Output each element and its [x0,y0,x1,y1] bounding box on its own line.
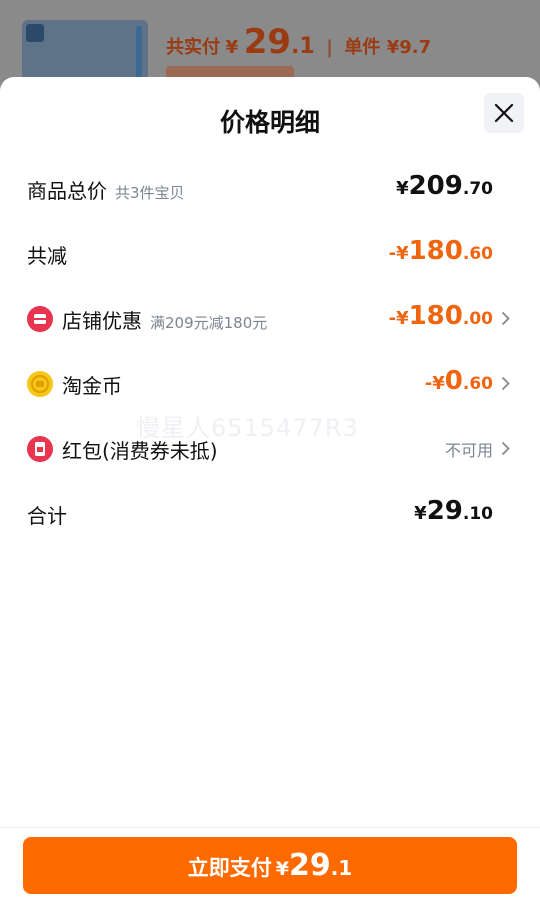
total-discount-int: 180 [408,236,463,266]
paid-label: 共实付 [166,37,220,58]
coins-currency: -¥ [424,373,445,394]
pay-int: 29 [288,848,331,883]
shop-discount-label: 店铺优惠 满209元减180元 [62,305,267,334]
subtotal-label: 商品总价 共3件宝贝 [27,175,185,204]
total-discount-amount: -¥180.60 [389,236,493,266]
row-red-packet[interactable]: 红包(消费券未抵) 不可用 [0,429,540,469]
red-packet-label: 红包(消费券未抵) [62,439,218,463]
close-button[interactable] [484,93,524,133]
total-dec: .10 [462,504,493,524]
total-discount-label: 共减 [27,244,67,268]
total-currency: ¥ [414,503,427,524]
shop-discount-amount: -¥180.00 [389,301,493,331]
coin-icon [27,371,53,397]
sheet-title: 价格明细 [219,108,320,137]
subtotal-int: 209 [408,171,463,201]
shop-discount-currency: -¥ [388,308,409,329]
unit-price: 单件 ¥9.7 [344,37,432,58]
subtotal-dec: .70 [462,179,493,199]
row-coins[interactable]: 淘金币 -¥0.60 [0,364,540,404]
shop-discount-int: 180 [408,301,463,331]
price-detail-sheet: 价格明细 商品总价 共3件宝贝 ¥209.70 共减 -¥180.60 店铺优惠满… [0,77,540,916]
row-total: 合计 ¥29.10 [0,494,540,534]
row-subtotal: 商品总价 共3件宝贝 ¥209.70 [0,169,540,209]
total-int: 29 [426,496,463,526]
paid-currency: ¥ [225,37,239,58]
price-separator: | [326,37,333,58]
background-price: 共实付 ¥ 29.1 | 单件 ¥9.7 [166,22,431,62]
subtotal-currency: ¥ [396,178,409,199]
item-count: 共3件宝贝 [115,184,185,202]
thumbnail-tag [26,24,44,42]
subtotal-label-text: 商品总价 [27,179,107,203]
row-total-discount: 共减 -¥180.60 [0,234,540,274]
shop-discount-label-text: 店铺优惠 [62,309,142,333]
total-discount-dec: .60 [462,244,493,264]
total-amount: ¥29.10 [414,496,493,526]
pay-label: 立即支付 [187,856,272,880]
paid-dec: .1 [291,34,315,59]
chevron-right-icon [501,311,510,326]
pay-currency: ¥ [275,858,289,880]
chevron-right-icon [501,441,510,456]
shop-coupon-icon [27,306,53,332]
close-icon [494,103,514,123]
pay-now-button[interactable]: 立即支付 ¥29.1 [23,837,517,894]
total-discount-currency: -¥ [388,243,409,264]
red-packet-icon [27,436,53,462]
subtotal-amount: ¥209.70 [396,171,493,201]
chevron-right-icon [501,376,510,391]
paid-int: 29 [243,22,292,62]
row-shop-discount[interactable]: 店铺优惠 满209元减180元 -¥180.00 [0,299,540,339]
coins-amount: -¥0.60 [425,366,493,396]
coins-label: 淘金币 [62,374,122,398]
coins-int: 0 [444,366,463,396]
shop-discount-dec: .00 [462,309,493,329]
footer-divider [0,827,540,828]
red-packet-status: 不可用 [444,441,493,460]
pay-dec: .1 [330,856,353,880]
shop-discount-rule: 满209元减180元 [150,314,268,332]
coins-dec: .60 [462,374,493,394]
total-label: 合计 [27,504,67,528]
